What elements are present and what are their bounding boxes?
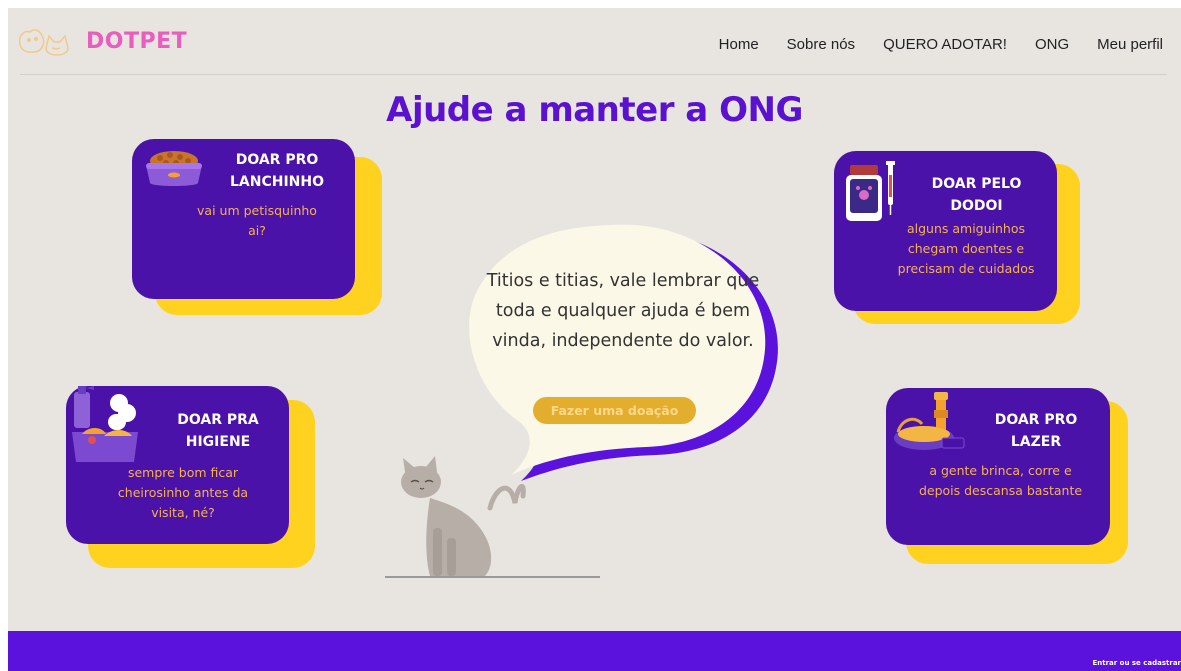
nav-meu-perfil[interactable]: Meu perfil (1097, 36, 1163, 53)
nav-ong[interactable]: ONG (1035, 36, 1069, 53)
cat-bed-icon (894, 392, 965, 450)
main-nav: Home Sobre nós QUERO ADOTAR! ONG Meu per… (691, 36, 1163, 53)
footer (8, 631, 1181, 671)
card-text: vai um petisquinho ai? (197, 203, 317, 238)
brand-name: DOTPET (86, 28, 188, 54)
card-text: a gente brinca, corre e depois descansa … (918, 463, 1083, 498)
page: DOTPET Home Sobre nós QUERO ADOTAR! ONG … (8, 8, 1181, 671)
header: DOTPET Home Sobre nós QUERO ADOTAR! ONG … (8, 8, 1181, 76)
nav-quero-adotar[interactable]: QUERO ADOTAR! (883, 36, 1007, 53)
donate-button[interactable]: Fazer uma doação (533, 397, 696, 424)
logo[interactable]: DOTPET (16, 26, 187, 56)
card-dodoi[interactable]: DOAR PELO DODOI alguns amiguinhos chegam… (834, 151, 1084, 331)
card-lanchinho[interactable]: DOAR PRO LANCHINHO vai um petisquinho ai… (132, 139, 382, 319)
card-title: DOAR PRO LAZER (994, 412, 1078, 450)
nav-home[interactable]: Home (719, 36, 759, 53)
card-title: DOAR PRO LANCHINHO (229, 152, 324, 190)
signin-link[interactable]: Entrar ou se cadastrar (1092, 659, 1181, 667)
card-text: alguns amiguinhos chegam doentes e preci… (897, 221, 1035, 276)
dog-cat-logo-icon (18, 29, 69, 56)
nav-sobre-nos[interactable]: Sobre nós (787, 36, 855, 53)
card-body: DOAR PELO DODOI alguns amiguinhos chegam… (834, 151, 1057, 311)
bubble-message: Titios e titias, vale lembrar que toda e… (486, 271, 760, 351)
card-lazer[interactable]: DOAR PRO LAZER a gente brinca, corre e d… (886, 388, 1131, 568)
card-title: DOAR PELO DODOI (931, 176, 1022, 214)
card-title: DOAR PRA HIGIENE (177, 412, 259, 450)
page-title: Ajude a manter a ONG (386, 90, 803, 130)
card-body: DOAR PRO LANCHINHO vai um petisquinho ai… (132, 139, 355, 299)
hygiene-kit-icon (72, 386, 138, 462)
card-body: DOAR PRO LAZER a gente brinca, corre e d… (886, 388, 1110, 545)
cat-illustration (385, 456, 600, 578)
food-bowl-icon (146, 151, 202, 186)
header-divider (20, 74, 1167, 75)
card-body: DOAR PRA HIGIENE sempre bom ficar cheiro… (66, 386, 289, 544)
card-text: sempre bom ficar cheirosinho antes da vi… (117, 465, 249, 520)
card-higiene[interactable]: DOAR PRA HIGIENE sempre bom ficar cheiro… (66, 386, 316, 571)
medicine-icon (846, 161, 895, 221)
